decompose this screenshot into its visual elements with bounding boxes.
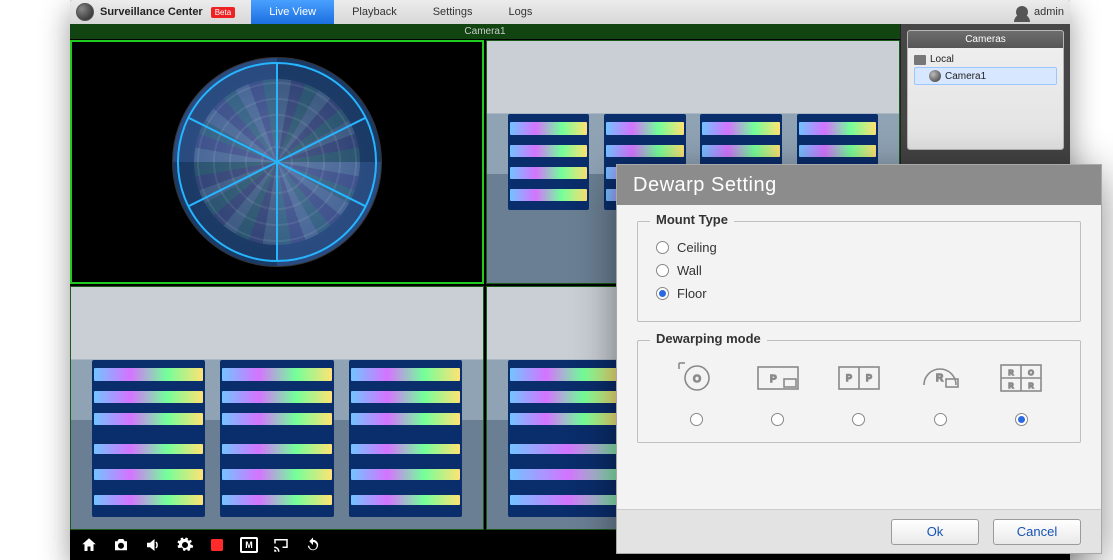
svg-text:P: P bbox=[866, 373, 872, 383]
mount-option-floor[interactable]: Floor bbox=[656, 282, 1062, 305]
tab-label: Live View bbox=[269, 6, 316, 18]
username: admin bbox=[1034, 6, 1064, 18]
dewarp-mode-p-thumb[interactable]: P bbox=[754, 361, 802, 426]
mount-type-fieldset: Mount Type Ceiling Wall Floor bbox=[637, 221, 1081, 322]
dewarping-mode-legend: Dewarping mode bbox=[650, 331, 767, 346]
camera-icon[interactable] bbox=[112, 536, 130, 554]
svg-text:R: R bbox=[1029, 383, 1034, 390]
radio-label: Ceiling bbox=[677, 240, 717, 255]
tab-label: Playback bbox=[352, 6, 397, 18]
radio-icon bbox=[852, 413, 865, 426]
radio-icon bbox=[656, 264, 669, 277]
volume-icon[interactable] bbox=[144, 536, 162, 554]
grid-cell-3[interactable] bbox=[70, 286, 484, 530]
svg-text:O: O bbox=[1029, 370, 1035, 377]
radio-icon bbox=[934, 413, 947, 426]
gear-icon[interactable] bbox=[176, 536, 194, 554]
svg-text:P: P bbox=[846, 373, 852, 383]
active-camera-label: Camera1 bbox=[70, 24, 900, 39]
svg-text:P: P bbox=[770, 374, 777, 385]
dialog-buttons: Ok Cancel bbox=[617, 509, 1101, 553]
radio-label: Floor bbox=[677, 286, 707, 301]
tab-label: Logs bbox=[508, 6, 532, 18]
cancel-button[interactable]: Cancel bbox=[993, 519, 1081, 545]
mount-option-wall[interactable]: Wall bbox=[656, 259, 1062, 282]
record-icon[interactable] bbox=[208, 536, 226, 554]
radio-icon bbox=[1015, 413, 1028, 426]
tree-camera-label: Camera1 bbox=[945, 71, 986, 82]
tab-settings[interactable]: Settings bbox=[415, 0, 491, 24]
radio-icon bbox=[690, 413, 703, 426]
cameras-panel: Cameras Local Camera1 bbox=[907, 30, 1064, 150]
mode-pp-icon: PP bbox=[835, 361, 883, 395]
tree-camera-item[interactable]: Camera1 bbox=[914, 67, 1057, 85]
cast-icon[interactable] bbox=[272, 536, 290, 554]
svg-text:O: O bbox=[693, 374, 701, 385]
folder-icon bbox=[914, 55, 926, 65]
ok-button[interactable]: Ok bbox=[891, 519, 979, 545]
svg-text:R: R bbox=[1009, 370, 1014, 377]
tree-root-label: Local bbox=[930, 54, 954, 65]
radio-icon bbox=[656, 241, 669, 254]
app-title: Surveillance Center bbox=[100, 6, 203, 18]
beta-badge: Beta bbox=[211, 7, 235, 18]
mount-option-ceiling[interactable]: Ceiling bbox=[656, 236, 1062, 259]
tree-root[interactable]: Local bbox=[914, 52, 1057, 67]
mode-p-thumb-icon: P bbox=[754, 361, 802, 395]
tab-logs[interactable]: Logs bbox=[490, 0, 550, 24]
tab-live-view[interactable]: Live View bbox=[251, 0, 334, 24]
app-logo-icon bbox=[76, 3, 94, 21]
mode-original-icon: O bbox=[673, 361, 721, 395]
fisheye-view bbox=[72, 42, 482, 282]
dialog-title: Dewarp Setting bbox=[617, 165, 1101, 205]
main-tabs: Live View Playback Settings Logs bbox=[251, 0, 550, 24]
dewarp-mode-pp[interactable]: PP bbox=[835, 361, 883, 426]
svg-text:R: R bbox=[1009, 383, 1014, 390]
grid-cell-1[interactable] bbox=[70, 40, 484, 284]
m-box-icon[interactable]: M bbox=[240, 537, 258, 553]
dewarp-mode-4r[interactable]: RORR bbox=[997, 361, 1045, 426]
home-icon[interactable] bbox=[80, 536, 98, 554]
dialog-body: Mount Type Ceiling Wall Floor Dewarping … bbox=[617, 205, 1101, 471]
cameras-panel-title: Cameras bbox=[908, 31, 1063, 48]
tab-label: Settings bbox=[433, 6, 473, 18]
dewarp-mode-r-thumb[interactable]: R bbox=[916, 361, 964, 426]
dewarping-mode-fieldset: Dewarping mode O P PP bbox=[637, 340, 1081, 443]
dewarp-mode-original[interactable]: O bbox=[673, 361, 721, 426]
mode-4r-icon: RORR bbox=[997, 361, 1045, 395]
button-label: Cancel bbox=[1017, 524, 1057, 539]
dewarping-mode-row: O P PP R bbox=[656, 355, 1062, 426]
radio-icon bbox=[656, 287, 669, 300]
fisheye-overlay-icon bbox=[173, 58, 381, 266]
titlebar-right: admin bbox=[1016, 6, 1064, 18]
titlebar: Surveillance Center Beta Live View Playb… bbox=[70, 0, 1070, 24]
refresh-icon[interactable] bbox=[304, 536, 322, 554]
button-label: Ok bbox=[927, 524, 944, 539]
camera-icon bbox=[929, 70, 941, 82]
mount-type-legend: Mount Type bbox=[650, 212, 734, 227]
svg-text:R: R bbox=[936, 373, 943, 384]
radio-icon bbox=[771, 413, 784, 426]
tab-playback[interactable]: Playback bbox=[334, 0, 415, 24]
mode-r-thumb-icon: R bbox=[916, 361, 964, 395]
dewarp-setting-dialog: Dewarp Setting Mount Type Ceiling Wall F… bbox=[616, 164, 1102, 554]
camera-tree: Local Camera1 bbox=[908, 48, 1063, 89]
user-icon bbox=[1016, 6, 1028, 18]
radio-label: Wall bbox=[677, 263, 702, 278]
